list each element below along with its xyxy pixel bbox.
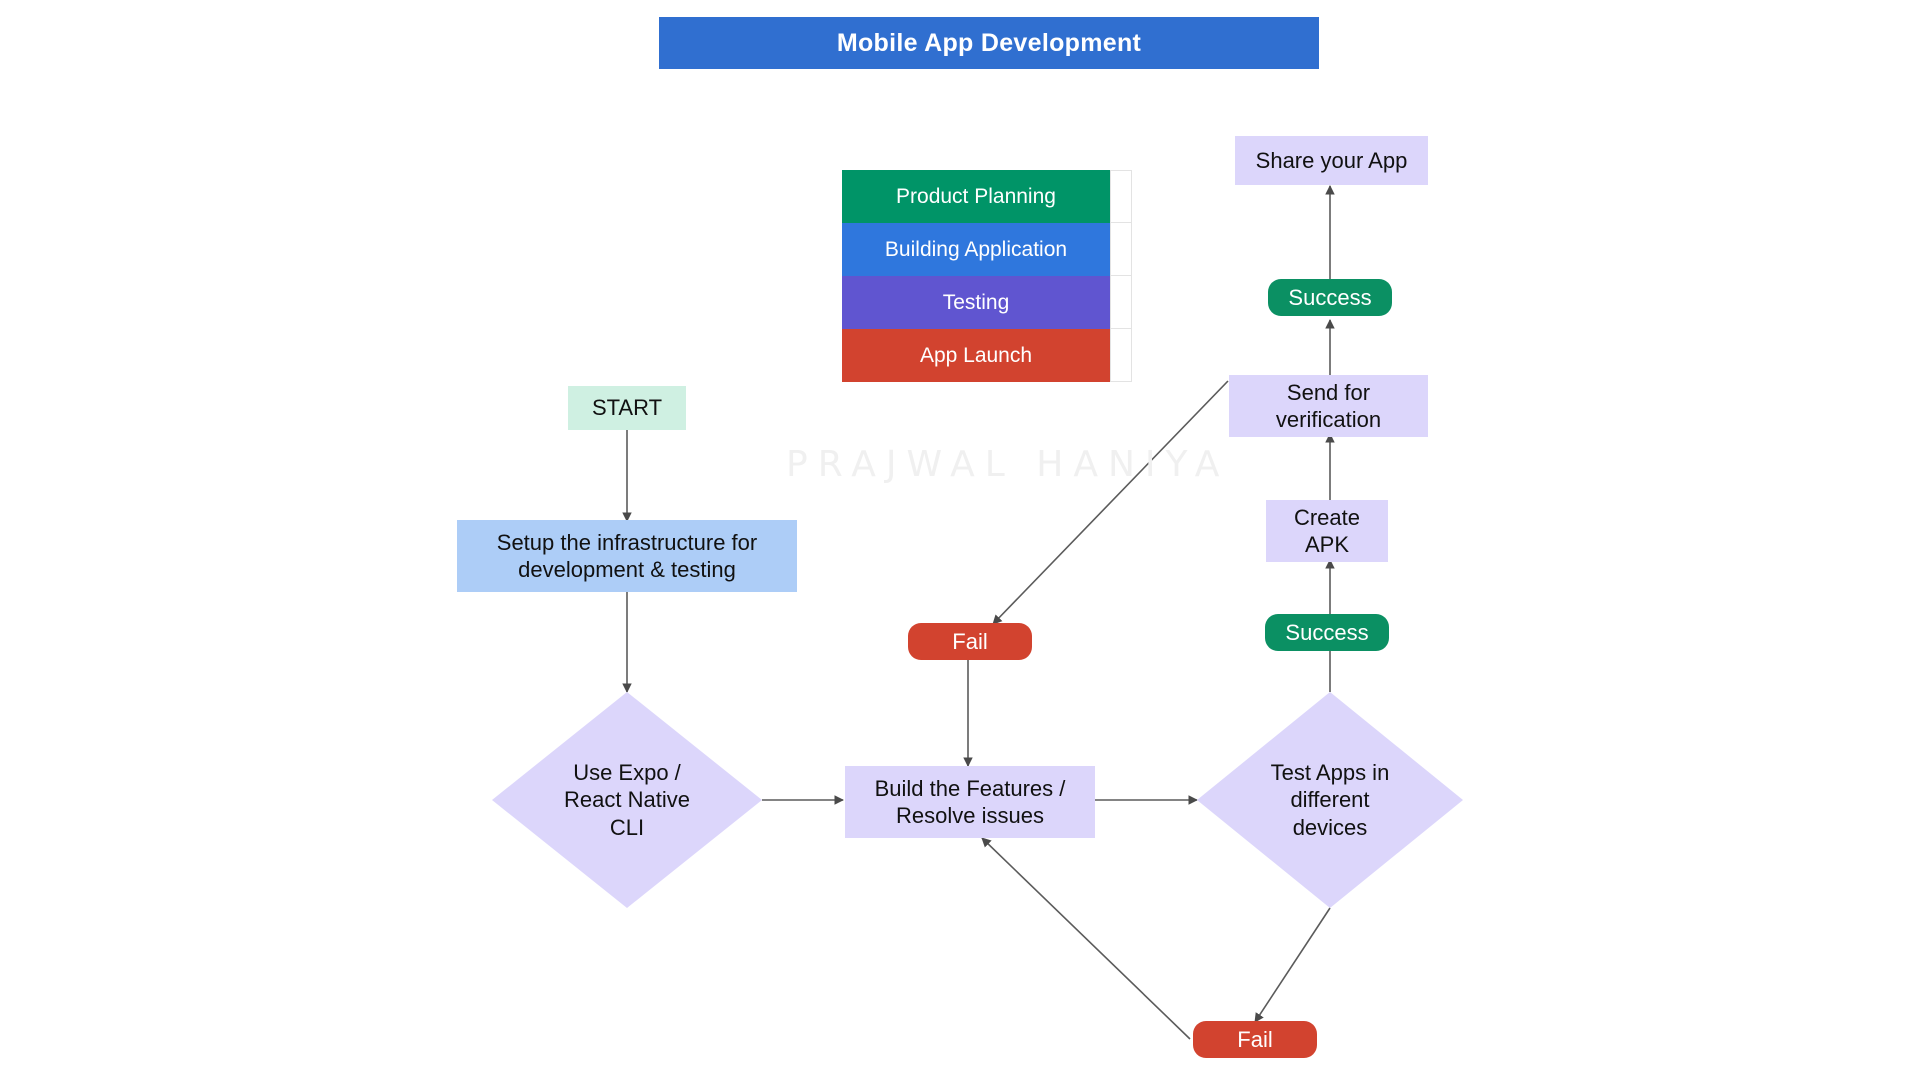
status-badge-fail-verify-label: Fail: [952, 628, 988, 654]
node-test-apps-devices[interactable]: Test Apps in different devices: [1197, 692, 1463, 908]
node-share-your-app[interactable]: Share your App: [1235, 136, 1428, 185]
status-badge-fail-test[interactable]: Fail: [1193, 1021, 1317, 1058]
edges-layer: [622, 185, 1335, 1040]
legend-blank-cell: [1110, 276, 1132, 329]
status-badge-fail-test-label: Fail: [1237, 1026, 1273, 1052]
node-create-apk[interactable]: Create APK: [1266, 500, 1388, 562]
legend-row: Building Application: [842, 223, 1132, 276]
legend-blank-cell: [1110, 170, 1132, 223]
node-build-features[interactable]: Build the Features / Resolve issues: [845, 766, 1095, 838]
node-start-label: START: [591, 395, 663, 421]
node-send-for-verification-label: Send for verification: [1275, 379, 1382, 432]
legend-swatch-product-planning: Product Planning: [842, 170, 1110, 223]
status-badge-success-verify-label: Success: [1288, 284, 1372, 310]
node-use-expo-cli-label: Use Expo / React Native CLI: [564, 760, 690, 840]
legend-swatch-testing: Testing: [842, 276, 1110, 329]
node-share-your-app-label: Share your App: [1255, 147, 1408, 173]
node-send-for-verification[interactable]: Send for verification: [1229, 375, 1428, 437]
node-setup-infrastructure[interactable]: Setup the infrastructure for development…: [457, 520, 797, 592]
legend-swatch-building-application: Building Application: [842, 223, 1110, 276]
legend-row: Testing: [842, 276, 1132, 329]
node-use-expo-cli[interactable]: Use Expo / React Native CLI: [492, 692, 762, 908]
chart-title-banner: Mobile App Development: [659, 17, 1319, 69]
edge-failbottom-to-build: [981, 837, 1191, 1040]
edge-test-to-fail: [1254, 907, 1331, 1023]
node-test-apps-devices-label: Test Apps in different devices: [1270, 760, 1390, 840]
flowchart-canvas: Mobile App Development PRAJWAL HANIYA Pr…: [0, 0, 1920, 1080]
legend-blank-cell: [1110, 329, 1132, 382]
status-badge-fail-verify[interactable]: Fail: [908, 623, 1032, 660]
edge-verify-to-fail: [992, 380, 1229, 625]
status-badge-success-verify[interactable]: Success: [1268, 279, 1392, 316]
page-title: Mobile App Development: [836, 28, 1142, 57]
legend-blank-cell: [1110, 223, 1132, 276]
phase-legend: Product Planning Building Application Te…: [842, 170, 1132, 382]
node-build-features-label: Build the Features / Resolve issues: [874, 775, 1066, 828]
watermark-text: PRAJWAL HANIYA: [786, 444, 1230, 485]
status-badge-success-test[interactable]: Success: [1265, 614, 1389, 651]
node-create-apk-label: Create APK: [1293, 504, 1361, 557]
legend-row: Product Planning: [842, 170, 1132, 223]
legend-row: App Launch: [842, 329, 1132, 382]
legend-swatch-app-launch: App Launch: [842, 329, 1110, 382]
status-badge-success-test-label: Success: [1285, 619, 1369, 645]
node-start[interactable]: START: [568, 386, 686, 430]
node-setup-infrastructure-label: Setup the infrastructure for development…: [496, 529, 758, 582]
